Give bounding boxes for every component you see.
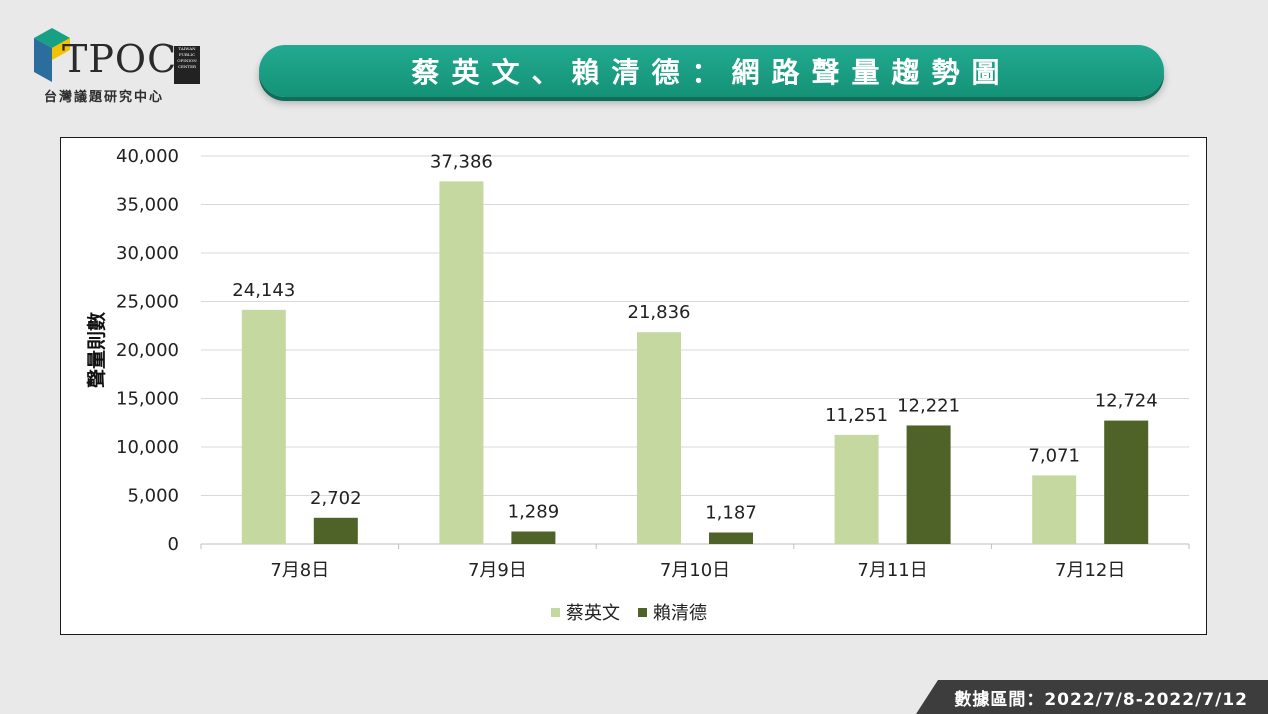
y-tick-label: 30,000 [116, 243, 179, 264]
legend-swatch [638, 607, 647, 617]
bar-chart: 0 5,000 10,000 15,000 20,000 25,000 30,000 35,0… [85, 146, 1190, 581]
x-tick-label: 7月9日 [468, 560, 527, 581]
x-tick-label: 7月11日 [857, 560, 927, 581]
data-label: 12,221 [897, 395, 960, 416]
data-label: 37,386 [430, 151, 493, 172]
data-label: 1,187 [705, 502, 757, 523]
bar-series2 [709, 532, 753, 544]
bar-series1 [637, 332, 681, 544]
chart-panel: 0 5,000 10,000 15,000 20,000 25,000 30,000 35,0… [60, 137, 1207, 635]
data-label: 24,143 [232, 280, 295, 301]
y-tick-label: 40,000 [116, 146, 179, 167]
legend-item-series1: 蔡英文 [551, 599, 620, 625]
chart-legend: 蔡英文 賴清德 [551, 599, 707, 625]
bar-series1 [1032, 475, 1077, 544]
x-tick-label: 7月12日 [1055, 560, 1125, 581]
logo-subtitle: 台灣議題研究中心 [44, 90, 165, 105]
legend-item-series2: 賴清德 [638, 599, 707, 625]
y-tick-label: 10,000 [116, 437, 179, 458]
bar-series1 [439, 181, 484, 544]
data-label: 2,702 [310, 488, 362, 509]
bar-series2 [1104, 420, 1149, 544]
data-label: 12,724 [1095, 391, 1158, 412]
data-range-footer: 數據區間：2022/7/8-2022/7/12 [916, 680, 1268, 714]
bar-series1 [241, 309, 286, 544]
data-label: 7,071 [1028, 445, 1080, 466]
x-tick-label: 7月10日 [660, 560, 730, 581]
y-tick-label: 20,000 [116, 340, 179, 361]
bar-series2 [906, 425, 951, 544]
y-axis-label: 聲量則數 [85, 312, 108, 388]
y-tick-label: 0 [168, 534, 179, 555]
bar-series1 [834, 434, 879, 544]
logo-small-badge: TAIWAN PUBLIC OPINION CENTER [174, 46, 200, 84]
x-tick-label: 7月8日 [270, 560, 329, 581]
y-tick-label: 35,000 [116, 195, 179, 216]
data-label: 21,836 [628, 302, 691, 323]
legend-label: 賴清德 [653, 603, 707, 624]
y-tick-label: 15,000 [116, 389, 179, 410]
bar-series2 [511, 531, 556, 544]
bar-series2 [313, 517, 358, 544]
logo-text: TPOC [62, 37, 178, 81]
y-tick-label: 5,000 [127, 486, 179, 507]
y-tick-label: 25,000 [116, 292, 179, 313]
logo: TPOC TAIWAN PUBLIC OPINION CENTER 台灣議題研究… [28, 20, 203, 106]
legend-label: 蔡英文 [566, 603, 620, 624]
data-label: 11,251 [825, 405, 888, 426]
legend-swatch [551, 607, 560, 617]
data-label: 1,289 [508, 501, 560, 522]
page-title: 蔡英文、賴清德：網路聲量趨勢圖 [259, 45, 1164, 97]
